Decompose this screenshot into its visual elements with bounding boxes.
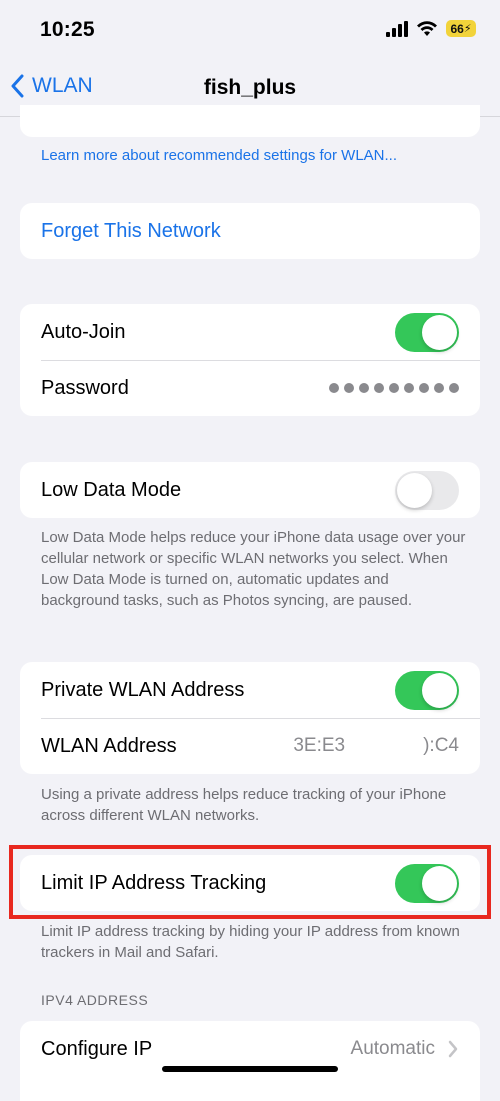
private-address-card: Private WLAN Address WLAN Address 3E:E3)… [20, 662, 480, 774]
private-address-description: Using a private address helps reduce tra… [41, 786, 447, 824]
charging-bolt-icon: ⚡ [463, 23, 472, 35]
chevron-right-icon [448, 1040, 458, 1058]
low-data-mode-card: Low Data Mode [20, 462, 480, 518]
redaction-block [345, 734, 424, 757]
wlan-address-label: WLAN Address [41, 734, 177, 757]
scrolled-card-remnant [20, 105, 480, 137]
limit-ip-tracking-toggle[interactable] [395, 863, 459, 903]
home-indicator[interactable] [162, 1066, 338, 1072]
wlan-address-suffix: ):C4 [423, 735, 459, 756]
wlan-address-row: WLAN Address 3E:E3 ):C4 [20, 718, 480, 774]
toggle-knob [422, 672, 457, 708]
forget-network-label: Forget This Network [41, 219, 221, 242]
forget-network-button[interactable]: Forget This Network [20, 203, 480, 259]
configure-ip-value: Automatic [350, 1038, 435, 1059]
low-data-mode-description: Low Data Mode helps reduce your iPhone d… [41, 529, 466, 609]
auto-join-row: Auto-Join [20, 304, 480, 360]
low-data-mode-row: Low Data Mode [20, 462, 480, 518]
limit-ip-tracking-description: Limit IP address tracking by hiding your… [41, 923, 460, 961]
toggle-knob [422, 314, 457, 350]
auto-join-label: Auto-Join [41, 320, 126, 343]
wifi-icon [417, 20, 437, 36]
battery-level: 66 [450, 21, 464, 36]
status-time: 10:25 [40, 18, 95, 41]
status-icons: 66 ⚡ [386, 20, 476, 37]
private-address-toggle[interactable] [395, 670, 459, 710]
wlan-address-prefix: 3E:E3 [293, 735, 346, 756]
password-row[interactable]: Password [20, 360, 480, 416]
battery-icon: 66 ⚡ [446, 20, 476, 37]
limit-ip-tracking-row: Limit IP Address Tracking [20, 855, 480, 911]
password-label: Password [41, 376, 129, 399]
page-title: fish_plus [203, 76, 297, 99]
wlan-address-value: 3E:E3 ):C4 [293, 734, 459, 757]
join-card: Auto-Join Password [20, 304, 480, 416]
configure-ip-label: Configure IP [41, 1037, 153, 1060]
limit-ip-tracking-label: Limit IP Address Tracking [41, 871, 267, 894]
ipv4-section-header: IPV4 ADDRESS [41, 992, 149, 1008]
auto-join-toggle[interactable] [395, 312, 459, 352]
private-address-row: Private WLAN Address [20, 662, 480, 718]
ipv4-card: Configure IP Automatic [20, 1021, 480, 1101]
learn-more-link[interactable]: Learn more about recommended settings fo… [41, 147, 397, 164]
forget-network-card: Forget This Network [20, 203, 480, 259]
toggle-knob [397, 472, 432, 508]
toggle-knob [422, 865, 457, 901]
limit-ip-tracking-card: Limit IP Address Tracking [20, 855, 480, 911]
private-address-label: Private WLAN Address [41, 678, 245, 701]
low-data-mode-label: Low Data Mode [41, 478, 182, 501]
cellular-signal-icon [386, 20, 408, 37]
password-masked-value [329, 383, 459, 393]
low-data-mode-toggle[interactable] [395, 470, 459, 510]
